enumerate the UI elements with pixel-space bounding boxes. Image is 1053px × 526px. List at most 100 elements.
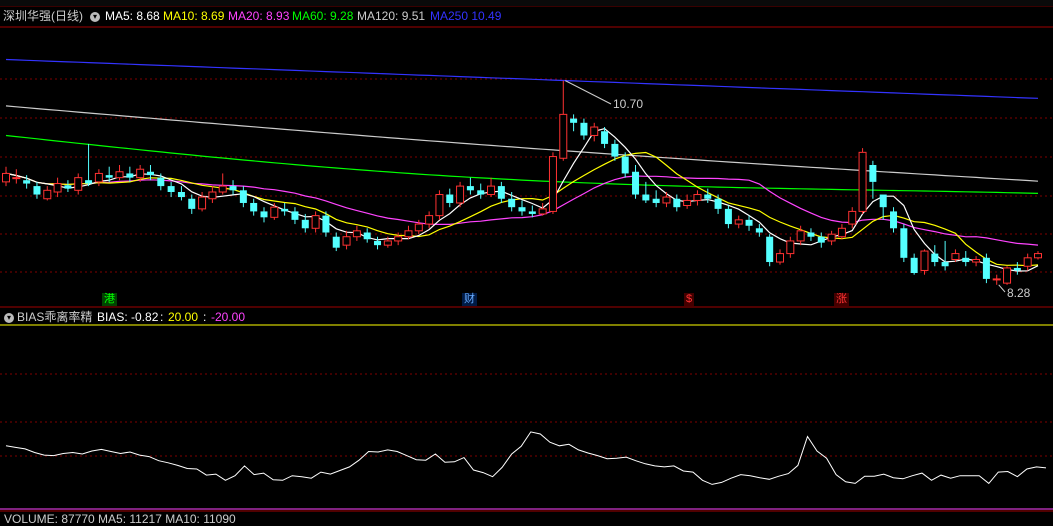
candle-body [724, 208, 732, 225]
candle [962, 251, 970, 267]
candle [683, 194, 692, 209]
bias-lower-value: -20.00 [211, 310, 246, 324]
candle-body [250, 202, 258, 212]
bias-dropdown-icon[interactable]: ▾ [4, 310, 14, 324]
candle [1013, 262, 1021, 275]
candle-body [136, 168, 145, 179]
candle [404, 225, 413, 240]
bias-upper-value: 20.00 [168, 310, 199, 324]
candle [570, 114, 578, 132]
event-marker-dividend[interactable]: $ [684, 293, 695, 306]
candle-body [662, 196, 671, 204]
chart-title: 深圳华强(日线) [3, 9, 83, 23]
candle [250, 198, 258, 216]
candle [548, 152, 557, 214]
high-price-marker: 10.70 [613, 97, 644, 111]
candle-body [910, 257, 918, 273]
candle-body [33, 186, 41, 195]
candle [714, 194, 722, 214]
candle [1003, 266, 1012, 285]
event-marker-limit-up[interactable]: 涨 [834, 293, 849, 306]
candle [208, 186, 217, 203]
candle [662, 192, 671, 208]
candle-body [931, 253, 939, 263]
candle [126, 166, 134, 182]
ma10-label: MA10: 8.69 [163, 9, 225, 23]
candle-body [497, 186, 505, 199]
candle-body [601, 131, 609, 144]
candle-body [218, 185, 227, 193]
ma120-line [5, 105, 1039, 182]
candle [167, 181, 175, 198]
candle-body [858, 151, 867, 212]
candle [74, 173, 83, 195]
candle-body [301, 219, 309, 229]
candle [745, 215, 753, 231]
candle-body [848, 210, 857, 225]
candle [446, 188, 454, 208]
candle-body [962, 257, 970, 263]
candle-body [518, 207, 526, 212]
candle-body [879, 194, 887, 208]
candle [332, 232, 340, 252]
candle-body [239, 190, 247, 203]
candle-body [43, 189, 52, 200]
candle-body [12, 177, 21, 180]
candle [518, 200, 526, 216]
candle [1034, 251, 1042, 260]
candle-body [632, 171, 640, 195]
candle [580, 118, 588, 140]
candle-body [115, 171, 124, 179]
bias-value: BIAS: -0.82 [97, 310, 159, 324]
candlestick-chart[interactable] [0, 0, 1053, 518]
candle [528, 205, 536, 218]
candle [260, 207, 268, 223]
candle-body [352, 230, 361, 238]
candle-body [580, 122, 588, 136]
candle-body [425, 215, 434, 225]
volume-header: VOLUME: 87770 MA5: 11217 MA10: 11090 [4, 512, 236, 526]
candle [466, 177, 474, 195]
candle [837, 224, 846, 240]
candle [64, 180, 72, 192]
candle-body [198, 196, 207, 210]
candle-body [951, 253, 960, 260]
event-marker-hk[interactable]: 港 [102, 293, 117, 306]
candle-body [270, 206, 279, 218]
candle-body [291, 211, 299, 220]
candle [755, 224, 763, 237]
candle-body [837, 227, 846, 238]
candle-body [446, 194, 454, 203]
settings-dropdown-icon[interactable]: ▾ [90, 9, 100, 23]
candle [33, 181, 41, 199]
candle-body [456, 185, 465, 204]
candle [972, 256, 981, 267]
candle [456, 181, 465, 208]
candle-body [105, 175, 113, 178]
candle-body [363, 232, 371, 240]
candle [342, 230, 351, 250]
candle-body [281, 208, 289, 212]
candle-body [890, 211, 898, 229]
candle [817, 232, 825, 248]
ma20-label: MA20: 8.93 [228, 9, 290, 23]
candle [291, 207, 299, 225]
ma60-label: MA60: 9.28 [292, 9, 354, 23]
bias-panel [5, 431, 1047, 485]
candle-body [466, 186, 474, 191]
candle-body [74, 177, 83, 191]
candle [229, 180, 237, 195]
candle-body [817, 236, 825, 243]
candle-body [693, 194, 702, 201]
candle [281, 202, 289, 216]
candle [85, 143, 93, 187]
candle-body [435, 194, 444, 217]
candles [2, 80, 1042, 293]
candle-body [704, 194, 712, 199]
candle [425, 211, 434, 229]
candle-body [920, 250, 929, 271]
candle-body [786, 240, 795, 255]
candle [673, 194, 681, 212]
ma250-label: MA250 10.49 [430, 9, 502, 23]
event-marker-finance[interactable]: 财 [462, 293, 477, 306]
